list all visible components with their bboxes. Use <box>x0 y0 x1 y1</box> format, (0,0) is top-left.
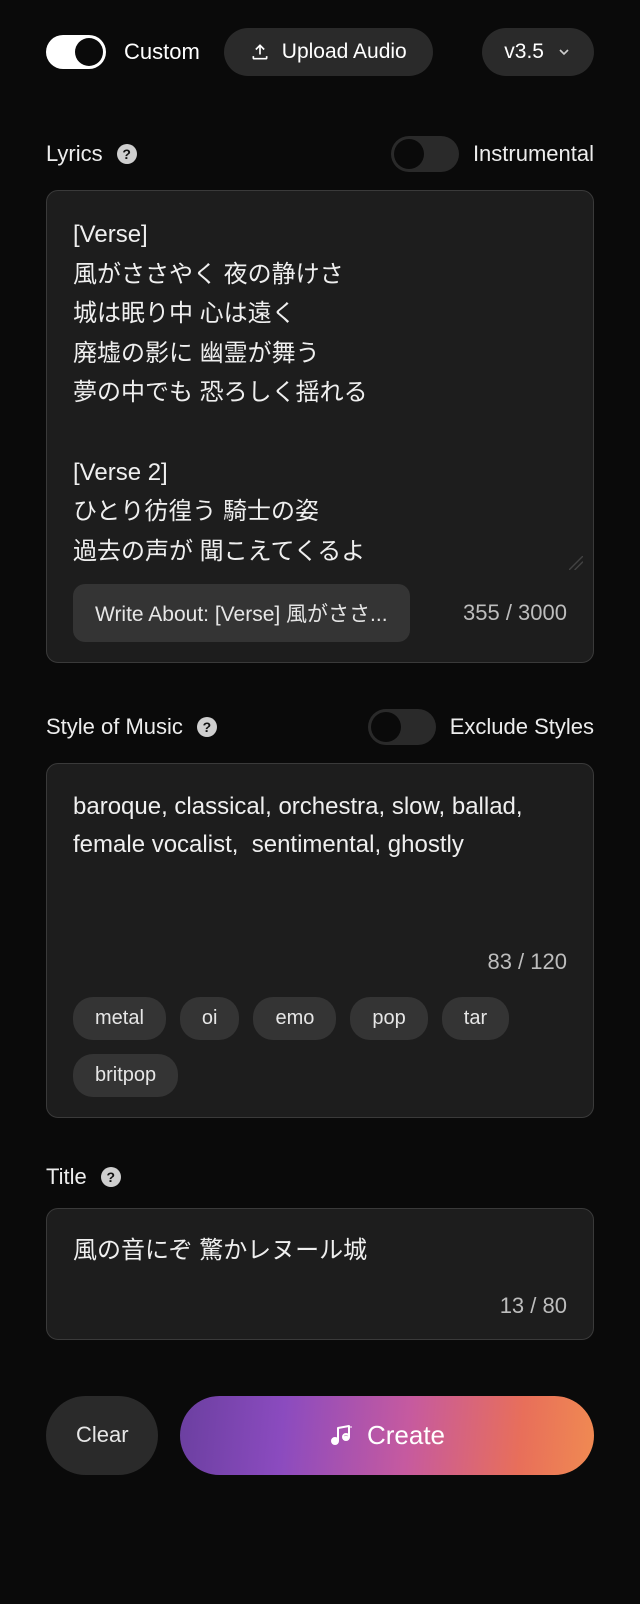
lyrics-label: Lyrics <box>46 141 103 167</box>
custom-label: Custom <box>124 39 200 65</box>
chevron-down-icon <box>556 44 572 60</box>
custom-toggle[interactable] <box>46 35 106 69</box>
upload-audio-button[interactable]: Upload Audio <box>224 28 433 76</box>
style-chip[interactable]: oi <box>180 997 240 1040</box>
create-button[interactable]: Create <box>180 1396 594 1475</box>
title-max: 80 <box>543 1293 567 1318</box>
style-chip[interactable]: emo <box>253 997 336 1040</box>
title-help-icon[interactable]: ? <box>101 1167 121 1187</box>
toggle-knob <box>394 139 424 169</box>
version-label: v3.5 <box>504 40 544 64</box>
style-chip[interactable]: metal <box>73 997 166 1040</box>
style-chip[interactable]: pop <box>350 997 427 1040</box>
instrumental-label: Instrumental <box>473 141 594 167</box>
toggle-knob <box>371 712 401 742</box>
top-bar: Custom Upload Audio v3.5 <box>46 28 594 76</box>
music-note-icon <box>329 1423 353 1447</box>
upload-audio-label: Upload Audio <box>282 40 407 64</box>
write-about-button[interactable]: Write About: [Verse] 風がささ... <box>73 584 410 642</box>
title-header: Title ? <box>46 1164 594 1190</box>
instrumental-toggle[interactable] <box>391 136 459 172</box>
action-row: Clear Create <box>46 1396 594 1475</box>
style-suggestion-row: metal oi emo pop tar britpop <box>73 997 567 1097</box>
style-counter: 83 / 120 <box>487 949 567 975</box>
resize-handle-icon <box>569 556 583 570</box>
exclude-styles-toggle[interactable] <box>368 709 436 745</box>
lyrics-count: 355 <box>463 600 500 625</box>
style-header: Style of Music ? Exclude Styles <box>46 709 594 745</box>
lyrics-textarea[interactable] <box>73 215 567 575</box>
toggle-knob <box>75 38 103 66</box>
lyrics-max: 3000 <box>518 600 567 625</box>
style-textarea[interactable] <box>73 788 567 938</box>
title-count: 13 <box>500 1293 524 1318</box>
style-label: Style of Music <box>46 714 183 740</box>
lyrics-header: Lyrics ? Instrumental <box>46 136 594 172</box>
style-max: 120 <box>530 949 567 974</box>
create-label: Create <box>367 1420 445 1451</box>
style-count: 83 <box>487 949 511 974</box>
title-input[interactable] <box>73 1233 567 1261</box>
version-select[interactable]: v3.5 <box>482 28 594 76</box>
title-label: Title <box>46 1164 87 1190</box>
lyrics-panel: Write About: [Verse] 風がささ... 355 / 3000 <box>46 190 594 663</box>
clear-button[interactable]: Clear <box>46 1396 158 1475</box>
lyrics-counter: 355 / 3000 <box>463 600 567 626</box>
style-chip[interactable]: britpop <box>73 1054 178 1097</box>
style-help-icon[interactable]: ? <box>197 717 217 737</box>
upload-icon <box>250 42 270 62</box>
lyrics-help-icon[interactable]: ? <box>117 144 137 164</box>
exclude-styles-label: Exclude Styles <box>450 714 594 740</box>
title-panel: 13 / 80 <box>46 1208 594 1340</box>
style-chip[interactable]: tar <box>442 997 509 1040</box>
style-panel: 83 / 120 metal oi emo pop tar britpop <box>46 763 594 1118</box>
title-counter: 13 / 80 <box>500 1293 567 1319</box>
